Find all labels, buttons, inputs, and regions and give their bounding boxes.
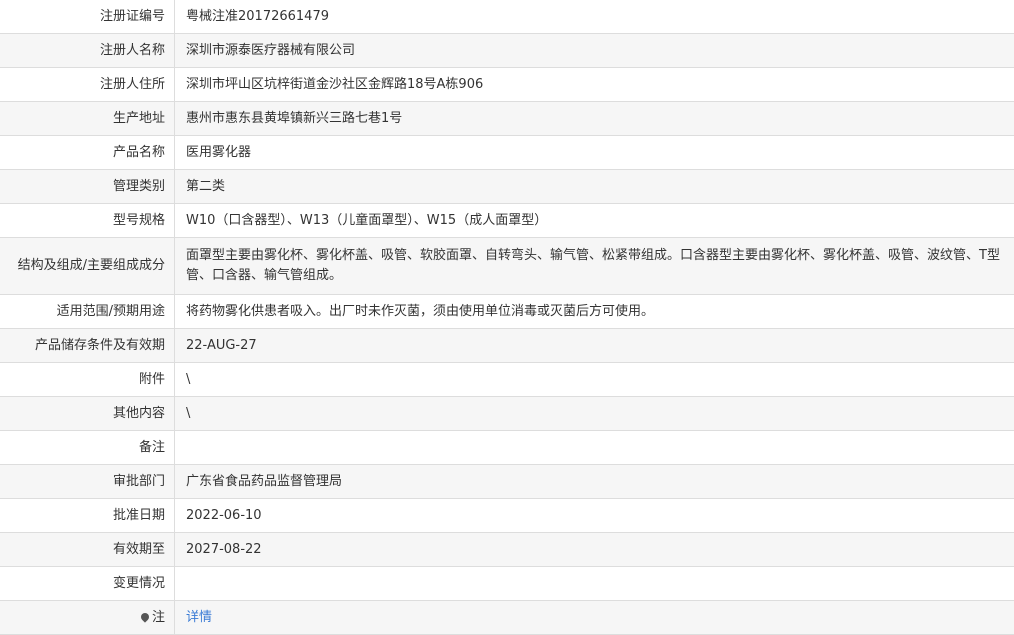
- registration-detail-table: 注册证编号 粤械注准20172661479 注册人名称 深圳市源泰医疗器械有限公…: [0, 0, 1014, 635]
- row-value: 详情: [175, 601, 1014, 635]
- row-label: 型号规格: [0, 204, 175, 238]
- row-value: 惠州市惠东县黄埠镇新兴三路七巷1号: [175, 102, 1014, 136]
- row-value: 2027-08-22: [175, 533, 1014, 567]
- table-row: 注册人名称 深圳市源泰医疗器械有限公司: [0, 34, 1014, 68]
- row-label: 注册证编号: [0, 0, 175, 34]
- row-label: 注册人住所: [0, 68, 175, 102]
- row-label: 有效期至: [0, 533, 175, 567]
- row-value: 第二类: [175, 170, 1014, 204]
- table-row: 生产地址 惠州市惠东县黄埠镇新兴三路七巷1号: [0, 102, 1014, 136]
- table-row: 审批部门 广东省食品药品监督管理局: [0, 465, 1014, 499]
- table-row: 管理类别 第二类: [0, 170, 1014, 204]
- row-value: 将药物雾化供患者吸入。出厂时未作灭菌，须由使用单位消毒或灭菌后方可使用。: [175, 295, 1014, 329]
- row-label: 其他内容: [0, 397, 175, 431]
- row-label: 批准日期: [0, 499, 175, 533]
- table-row: 产品名称 医用雾化器: [0, 136, 1014, 170]
- row-value: 深圳市源泰医疗器械有限公司: [175, 34, 1014, 68]
- table-row: 注 详情: [0, 601, 1014, 635]
- table-row: 适用范围/预期用途 将药物雾化供患者吸入。出厂时未作灭菌，须由使用单位消毒或灭菌…: [0, 295, 1014, 329]
- row-label: 注册人名称: [0, 34, 175, 68]
- row-value: \: [175, 363, 1014, 397]
- table-row: 产品储存条件及有效期 22-AUG-27: [0, 329, 1014, 363]
- row-label: 生产地址: [0, 102, 175, 136]
- details-link[interactable]: 详情: [186, 610, 212, 625]
- row-label: 产品名称: [0, 136, 175, 170]
- table-row: 备注: [0, 431, 1014, 465]
- table-row: 其他内容 \: [0, 397, 1014, 431]
- row-label: 产品储存条件及有效期: [0, 329, 175, 363]
- row-value: 粤械注准20172661479: [175, 0, 1014, 34]
- row-value: 医用雾化器: [175, 136, 1014, 170]
- row-value: W10（口含器型）、W13（儿童面罩型）、W15（成人面罩型）: [175, 204, 1014, 238]
- row-value: 深圳市坪山区坑梓街道金沙社区金辉路18号A栋906: [175, 68, 1014, 102]
- row-value: 面罩型主要由雾化杯、雾化杯盖、吸管、软胶面罩、自转弯头、输气管、松紧带组成。口含…: [175, 238, 1014, 295]
- row-value: [175, 567, 1014, 601]
- row-value: [175, 431, 1014, 465]
- row-label: 适用范围/预期用途: [0, 295, 175, 329]
- row-label: 附件: [0, 363, 175, 397]
- row-value: 22-AUG-27: [175, 329, 1014, 363]
- pin-icon: [139, 611, 150, 622]
- table-row: 变更情况: [0, 567, 1014, 601]
- row-label: 审批部门: [0, 465, 175, 499]
- table-row: 附件 \: [0, 363, 1014, 397]
- row-value: \: [175, 397, 1014, 431]
- table-row: 型号规格 W10（口含器型）、W13（儿童面罩型）、W15（成人面罩型）: [0, 204, 1014, 238]
- row-value: 2022-06-10: [175, 499, 1014, 533]
- table-row: 结构及组成/主要组成成分 面罩型主要由雾化杯、雾化杯盖、吸管、软胶面罩、自转弯头…: [0, 238, 1014, 295]
- row-label-text: 注: [152, 610, 165, 625]
- table-row: 注册证编号 粤械注准20172661479: [0, 0, 1014, 34]
- row-label: 结构及组成/主要组成成分: [0, 238, 175, 295]
- table-row: 注册人住所 深圳市坪山区坑梓街道金沙社区金辉路18号A栋906: [0, 68, 1014, 102]
- row-label: 注: [0, 601, 175, 635]
- row-label: 变更情况: [0, 567, 175, 601]
- row-label: 管理类别: [0, 170, 175, 204]
- table-row: 批准日期 2022-06-10: [0, 499, 1014, 533]
- table-row: 有效期至 2027-08-22: [0, 533, 1014, 567]
- row-label: 备注: [0, 431, 175, 465]
- row-value: 广东省食品药品监督管理局: [175, 465, 1014, 499]
